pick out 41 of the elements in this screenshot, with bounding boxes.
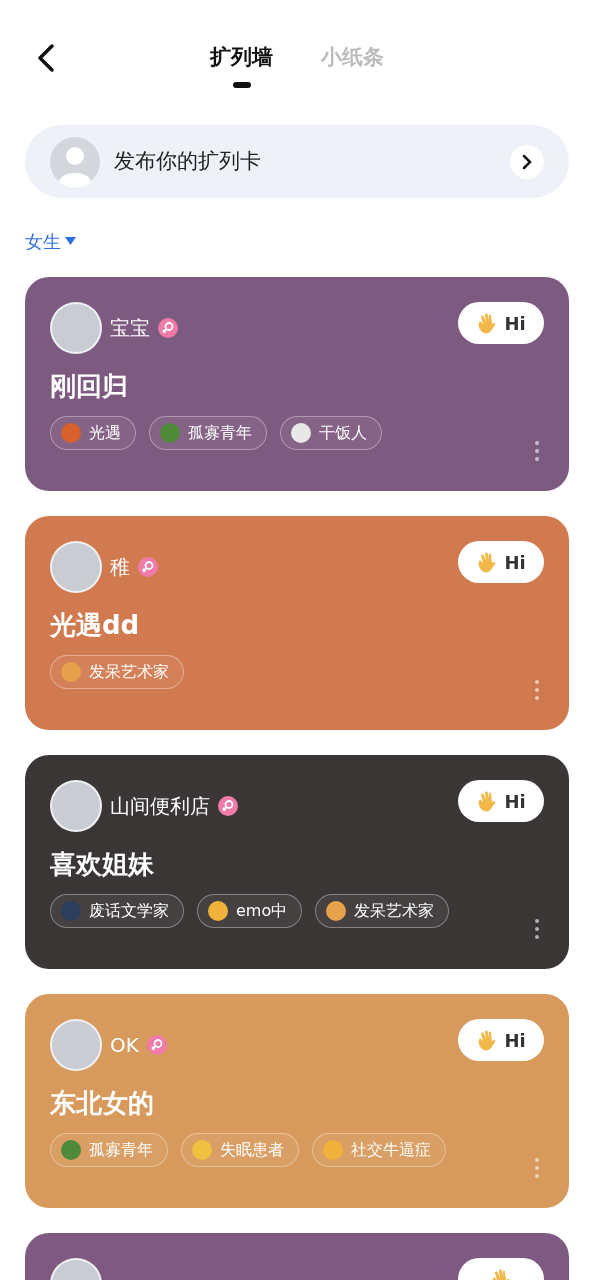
interest-tag[interactable]: 干饭人: [280, 415, 382, 450]
avatar: [50, 1019, 102, 1071]
avatar: [50, 541, 102, 593]
publish-card-bar[interactable]: 发布你的扩列卡: [25, 125, 569, 198]
card-title: 东北女的: [50, 1087, 155, 1120]
female-icon: [146, 1035, 167, 1055]
avatar: [50, 302, 102, 354]
female-icon: [218, 796, 238, 816]
female-icon: [138, 557, 158, 577]
female-icon: [158, 318, 178, 338]
interest-tag[interactable]: 废话文学家: [50, 893, 184, 928]
user-name: 宝宝: [110, 315, 150, 342]
profile-card[interactable]: 宝宝 刚回归 光遇 孤寡青年 干饭人 Hi: [25, 277, 569, 491]
hi-button[interactable]: Hi: [458, 780, 544, 822]
user-name: 稚: [110, 554, 130, 581]
tab[interactable]: 扩列墙: [210, 42, 273, 88]
profile-card[interactable]: 山间便利店 喜欢姐妹 废话文学家 emo中 发呆艺术家 Hi: [25, 755, 569, 969]
back-icon: [36, 43, 56, 73]
user-name: 山间便利店: [110, 793, 210, 820]
hi-button[interactable]: Hi: [458, 1019, 544, 1061]
interest-tag[interactable]: 孤寡青年: [149, 415, 267, 450]
interest-tag[interactable]: emo中: [197, 893, 303, 928]
avatar-silhouette-icon: [50, 136, 100, 187]
more-icon[interactable]: [535, 919, 539, 939]
profile-card[interactable]: 稚 光遇dd 发呆艺术家 Hi: [25, 516, 569, 730]
tab-indicator: [232, 81, 251, 88]
interest-tag[interactable]: 发呆艺术家: [315, 893, 450, 928]
profile-card[interactable]: OK 东北女的 孤寡青年 失眠患者 社交牛逼症 Hi: [25, 994, 569, 1208]
dropdown-caret-icon: [65, 237, 76, 246]
interest-tag[interactable]: 光遇: [50, 415, 136, 450]
hi-button[interactable]: Hi: [458, 541, 544, 583]
avatar: [50, 780, 102, 832]
more-icon[interactable]: [535, 441, 539, 461]
card-title: 刚回归: [50, 370, 129, 403]
publish-label: 发布你的扩列卡: [114, 147, 262, 175]
card-title: 光遇dd: [50, 609, 141, 642]
card-title: 喜欢姐妹: [50, 848, 155, 881]
gender-filter[interactable]: 女生: [25, 228, 76, 255]
chevron-right-icon: [510, 144, 544, 179]
user-name: OK: [110, 1032, 139, 1059]
hi-button[interactable]: Hi: [458, 302, 544, 344]
